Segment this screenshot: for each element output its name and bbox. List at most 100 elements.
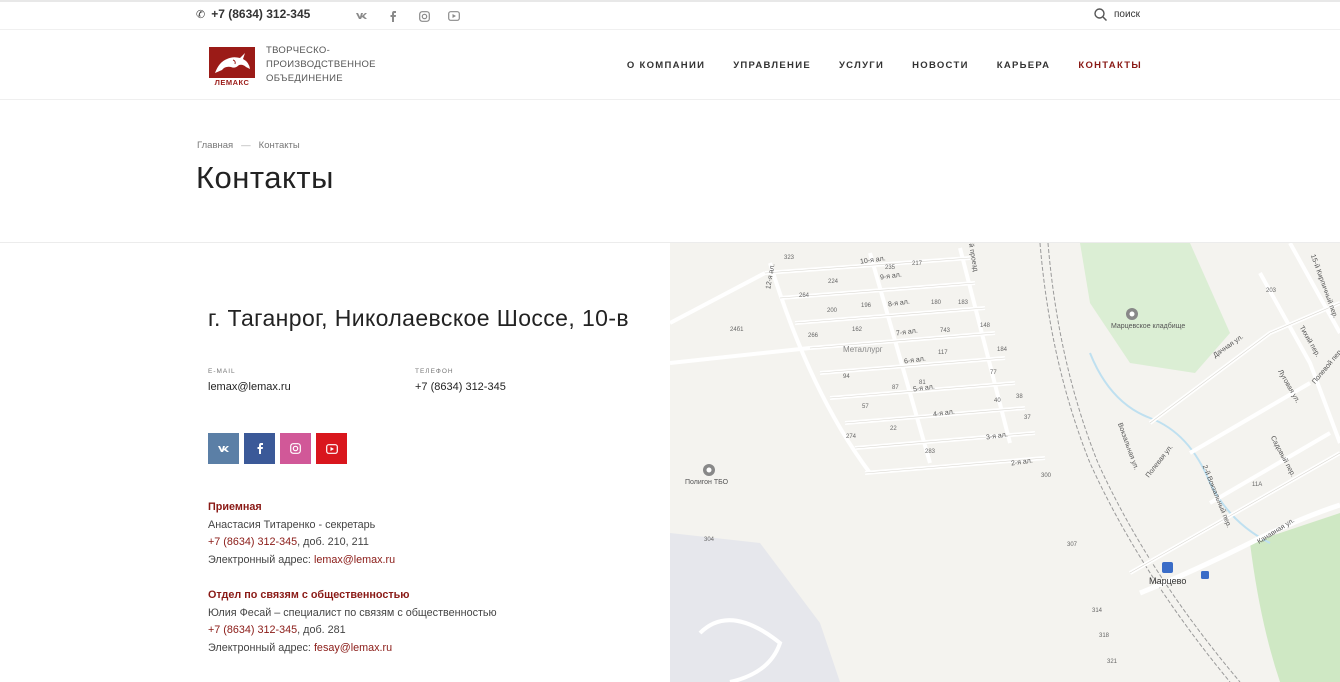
breadcrumb-home[interactable]: Главная <box>197 140 233 151</box>
map-number: 117 <box>938 350 948 356</box>
facebook-icon <box>257 443 263 454</box>
map-number: 307 <box>1067 542 1078 548</box>
department-phone-line: +7 (8634) 312-345, доб. 210, 211 <box>208 534 395 552</box>
map-number: 37 <box>1024 415 1031 421</box>
phone-link[interactable]: +7 (8634) 312-345 <box>415 381 506 393</box>
map-number: 743 <box>940 328 951 334</box>
email-prefix: Электронный адрес: <box>208 641 314 654</box>
map-number: 323 <box>784 255 795 261</box>
company-logo[interactable]: ЛЕМАКС <box>209 47 255 87</box>
map-number: 40 <box>994 398 1001 404</box>
map-number: 57 <box>862 404 869 410</box>
map-number: 217 <box>912 261 923 267</box>
search-label: поиск <box>1114 9 1140 20</box>
department-reception: Приемная Анастасия Титаренко - секретарь… <box>208 499 395 569</box>
youtube-icon <box>325 443 338 454</box>
company-tagline: ТВОРЧЕСКО- ПРОИЗВОДСТВЕННОЕ ОБЪЕДИНЕНИЕ <box>266 44 376 86</box>
department-person: Юлия Фесай – специалист по связям с обще… <box>208 606 497 619</box>
department-email-line: Электронный адрес: lemax@lemax.ru <box>208 552 395 570</box>
map-label: Полигон ТБО <box>685 479 729 486</box>
department-email[interactable]: fesay@lemax.ru <box>314 642 392 654</box>
phone-label: ТЕЛЕФОН <box>415 368 454 375</box>
map-number: 264 <box>799 293 810 299</box>
map-number: 38 <box>1016 394 1023 400</box>
top-phone-number: +7 (8634) 312-345 <box>211 7 311 21</box>
map-label: Марцевское кладбище <box>1111 323 1186 330</box>
department-name: Отдел по связям с общественностью <box>208 589 410 601</box>
search-button[interactable]: поиск <box>1094 8 1140 21</box>
map-number: 314 <box>1092 608 1103 614</box>
department-phone[interactable]: +7 (8634) 312-345 <box>208 624 297 636</box>
instagram-button[interactable] <box>280 433 311 464</box>
map-number: 196 <box>861 303 872 309</box>
instagram-icon[interactable] <box>417 9 431 23</box>
youtube-icon[interactable] <box>447 9 461 23</box>
tagline-line-1: ТВОРЧЕСКО- <box>266 45 331 56</box>
map-number: 11А <box>1252 482 1263 488</box>
main-nav: О КОМПАНИИ УПРАВЛЕНИЕ УСЛУГИ НОВОСТИ КАР… <box>627 60 1142 71</box>
top-phone[interactable]: ✆ +7 (8634) 312-345 <box>196 7 310 21</box>
vk-icon[interactable] <box>355 9 369 23</box>
map-number: 266 <box>808 333 819 339</box>
youtube-button[interactable] <box>316 433 347 464</box>
map-number: 77 <box>990 370 997 376</box>
map-label: Металлург <box>843 345 883 354</box>
map-canvas <box>670 243 1340 682</box>
department-pr: Отдел по связям с общественностью Юлия Ф… <box>208 587 497 657</box>
nav-management[interactable]: УПРАВЛЕНИЕ <box>733 60 811 71</box>
facebook-button[interactable] <box>244 433 275 464</box>
vk-button[interactable] <box>208 433 239 464</box>
department-email-line: Электронный адрес: fesay@lemax.ru <box>208 640 497 658</box>
vk-icon <box>217 445 229 452</box>
map-number: 304 <box>704 537 715 543</box>
facebook-icon[interactable] <box>386 9 400 23</box>
map-number: 24б1 <box>730 327 744 333</box>
phone-icon: ✆ <box>196 8 206 21</box>
map-number: 300 <box>1041 473 1052 479</box>
breadcrumb-current: Контакты <box>258 140 300 151</box>
nav-news[interactable]: НОВОСТИ <box>912 60 969 71</box>
department-person: Анастасия Титаренко - секретарь <box>208 518 376 531</box>
tagline-line-2: ПРОИЗВОДСТВЕННОЕ <box>266 59 376 70</box>
search-icon <box>1094 8 1107 21</box>
map-number: 203 <box>1266 288 1277 294</box>
map-number: 22 <box>890 426 897 432</box>
nav-about[interactable]: О КОМПАНИИ <box>627 60 705 71</box>
map-number: 81 <box>919 380 926 386</box>
map-number: 162 <box>852 327 863 333</box>
tagline-line-3: ОБЪЕДИНЕНИЕ <box>266 73 343 84</box>
map-number: 184 <box>997 347 1008 353</box>
map-number: 87 <box>892 385 899 391</box>
map-number: 235 <box>885 265 896 271</box>
map-number: 148 <box>980 323 991 329</box>
department-name: Приемная <box>208 501 262 513</box>
nav-career[interactable]: КАРЬЕРА <box>997 60 1051 71</box>
site-header: ЛЕМАКС ТВОРЧЕСКО- ПРОИЗВОДСТВЕННОЕ ОБЪЕД… <box>0 31 1340 100</box>
office-address: г. Таганрог, Николаевское Шоссе, 10-в <box>208 305 630 331</box>
nav-contacts[interactable]: КОНТАКТЫ <box>1078 60 1142 71</box>
map-number: 183 <box>958 300 969 306</box>
department-ext: , доб. 281 <box>297 624 346 637</box>
email-label: E-MAIL <box>208 368 236 375</box>
department-phone-line: +7 (8634) 312-345, доб. 281 <box>208 622 497 640</box>
map-label: Марцево <box>1149 576 1187 586</box>
location-map[interactable]: Металлург Марцевское кладбище Полигон ТБ… <box>670 243 1340 682</box>
nav-services[interactable]: УСЛУГИ <box>839 60 884 71</box>
map-number: 224 <box>828 279 839 285</box>
department-email[interactable]: lemax@lemax.ru <box>314 554 395 566</box>
map-number: 274 <box>846 434 857 440</box>
breadcrumb-separator: — <box>241 140 251 151</box>
department-phone[interactable]: +7 (8634) 312-345 <box>208 536 297 548</box>
logo-caption: ЛЕМАКС <box>215 78 250 86</box>
department-ext: , доб. 210, 211 <box>297 536 369 549</box>
email-prefix: Электронный адрес: <box>208 553 314 566</box>
map-number: 200 <box>827 308 838 314</box>
map-number: 94 <box>843 374 850 380</box>
top-bar: ✆ +7 (8634) 312-345 поиск <box>0 0 1340 30</box>
page-title: Контакты <box>196 160 334 195</box>
breadcrumb: Главная — Контакты <box>197 140 300 151</box>
map-number: 283 <box>925 449 936 455</box>
map-number: 318 <box>1099 633 1110 639</box>
map-number: 321 <box>1107 659 1118 665</box>
email-link[interactable]: lemax@lemax.ru <box>208 381 291 393</box>
